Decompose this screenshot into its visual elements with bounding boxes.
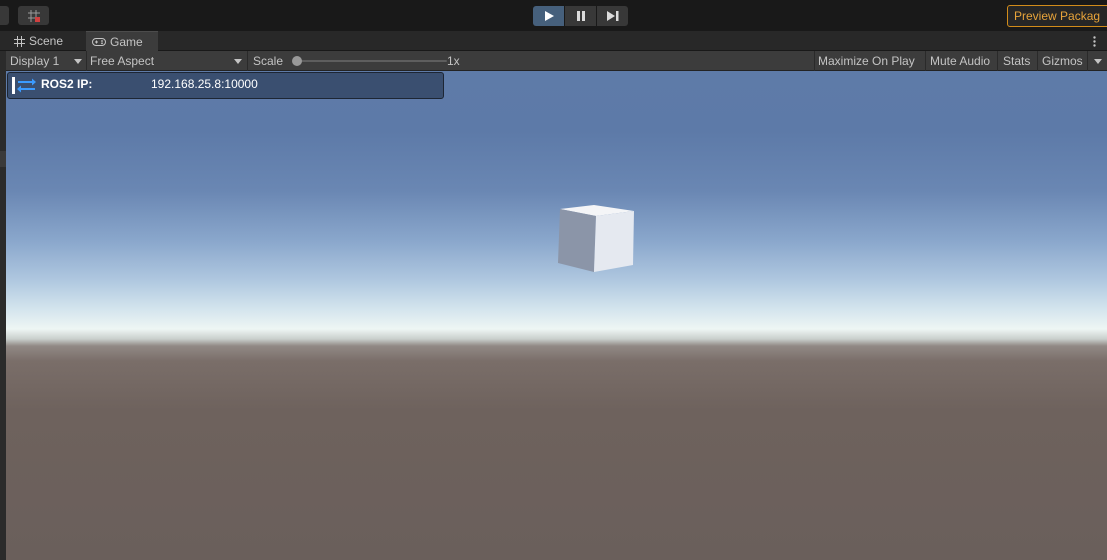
cube-object bbox=[558, 205, 634, 272]
scale-slider-track[interactable] bbox=[296, 60, 447, 62]
tab-scene[interactable]: Scene bbox=[8, 31, 69, 51]
display-dropdown-label: Display 1 bbox=[10, 54, 60, 68]
separator bbox=[814, 51, 815, 71]
ros2-connection-panel: ROS2 IP: 192.168.25.8:10000 bbox=[7, 72, 444, 99]
game-view-toolbar: Display 1 Free Aspect Scale 1x Maximize … bbox=[6, 51, 1107, 71]
chevron-down-icon bbox=[1094, 59, 1102, 64]
separator bbox=[925, 51, 926, 71]
scale-value: 1x bbox=[447, 54, 460, 68]
gizmos-toggle[interactable]: Gizmos bbox=[1042, 51, 1083, 71]
mute-audio-toggle[interactable]: Mute Audio bbox=[930, 51, 990, 71]
scale-label: Scale bbox=[253, 54, 284, 68]
tab-scene-label: Scene bbox=[29, 34, 64, 48]
play-button[interactable] bbox=[533, 6, 564, 26]
grid-snap-button[interactable] bbox=[18, 6, 49, 25]
gamepad-icon bbox=[92, 37, 106, 46]
separator bbox=[1087, 51, 1088, 71]
game-viewport[interactable] bbox=[6, 71, 1107, 560]
stats-toggle[interactable]: Stats bbox=[1003, 51, 1030, 71]
tab-game-label: Game bbox=[110, 34, 143, 49]
preview-packages-button[interactable]: Preview Packag bbox=[1007, 5, 1107, 27]
separator bbox=[247, 51, 248, 71]
scale-slider-thumb[interactable] bbox=[292, 56, 302, 66]
ros2-ip-label: ROS2 IP: bbox=[41, 77, 93, 91]
toolbar-left-button[interactable] bbox=[0, 6, 9, 25]
play-icon bbox=[544, 11, 554, 21]
gizmos-dropdown[interactable] bbox=[1089, 51, 1107, 71]
play-controls bbox=[533, 6, 628, 26]
tab-strip: Scene Game bbox=[0, 31, 1107, 51]
pause-button[interactable] bbox=[565, 6, 596, 26]
pause-icon bbox=[576, 11, 585, 21]
main-toolbar: Preview Packag bbox=[0, 0, 1107, 31]
separator bbox=[86, 51, 87, 71]
separator bbox=[1037, 51, 1038, 71]
grid-snap-icon bbox=[27, 9, 40, 22]
step-button[interactable] bbox=[597, 6, 628, 26]
display-dropdown[interactable]: Display 1 bbox=[10, 51, 86, 71]
more-options-icon[interactable] bbox=[1088, 31, 1100, 51]
tab-game[interactable]: Game bbox=[86, 31, 158, 51]
ros2-ip-value: 192.168.25.8:10000 bbox=[151, 77, 258, 91]
aspect-dropdown-label: Free Aspect bbox=[90, 54, 155, 68]
step-icon bbox=[606, 11, 618, 21]
ros-connection-icon bbox=[12, 77, 36, 94]
aspect-dropdown[interactable]: Free Aspect bbox=[90, 51, 247, 71]
chevron-down-icon bbox=[234, 59, 242, 64]
chevron-down-icon bbox=[74, 59, 82, 64]
separator bbox=[997, 51, 998, 71]
scene-grid-icon bbox=[14, 35, 25, 47]
maximize-on-play-toggle[interactable]: Maximize On Play bbox=[818, 51, 915, 71]
